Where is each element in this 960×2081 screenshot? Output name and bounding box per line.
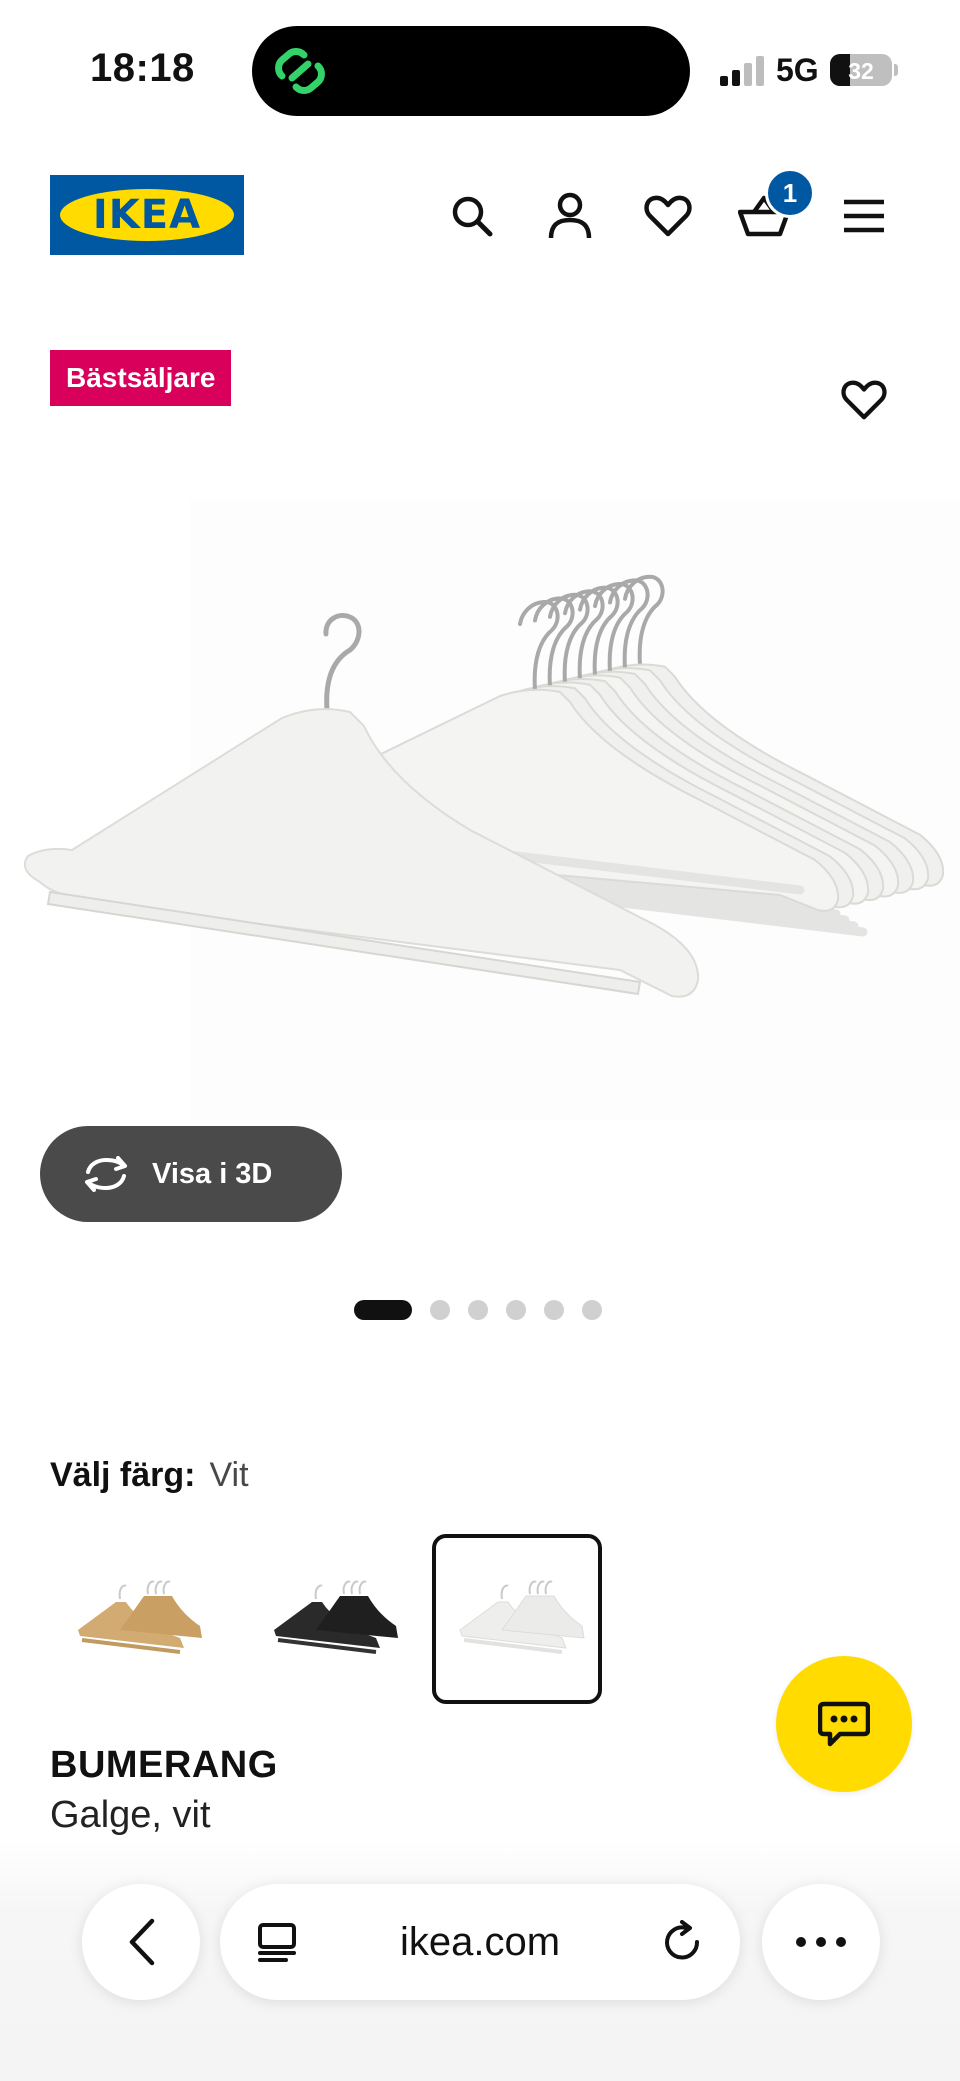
pager-dot[interactable] <box>468 1300 488 1320</box>
battery-percent: 32 <box>848 58 874 84</box>
more-icon <box>796 1937 846 1947</box>
menu-button[interactable] <box>834 186 894 246</box>
cart-count-badge: 1 <box>765 168 815 218</box>
pager-dot[interactable] <box>506 1300 526 1320</box>
status-bar: 18:18 5G 32 <box>0 0 960 140</box>
color-label: Välj färg: Vit <box>50 1456 249 1495</box>
battery-icon: 32 <box>830 54 892 86</box>
more-button[interactable] <box>762 1884 880 2000</box>
site-header: IKEA <box>0 150 960 280</box>
status-time: 18:18 <box>90 46 195 90</box>
color-swatch-black[interactable] <box>246 1534 416 1704</box>
hanger-thumbnail-icon <box>459 1580 585 1654</box>
pager-dot[interactable] <box>544 1300 564 1320</box>
hanger-thumbnail-icon <box>78 1580 202 1654</box>
back-button[interactable] <box>82 1884 200 2000</box>
search-button[interactable] <box>442 186 502 246</box>
search-icon <box>452 196 493 237</box>
tabs-icon <box>258 1923 296 1962</box>
chat-button[interactable] <box>776 1656 912 1792</box>
dynamic-island <box>252 26 690 116</box>
view-3d-button[interactable]: Visa i 3D <box>40 1126 342 1222</box>
product-name: BUMERANG <box>50 1744 278 1786</box>
image-pager <box>354 1300 602 1320</box>
signal-icon <box>720 56 764 86</box>
chat-icon <box>818 1701 870 1747</box>
account-icon <box>548 192 592 239</box>
network-type: 5G <box>776 52 819 88</box>
account-button[interactable] <box>540 186 600 246</box>
reload-icon <box>665 1920 700 1960</box>
pager-dot-active[interactable] <box>354 1300 412 1320</box>
color-label-title: Välj färg: <box>50 1456 196 1494</box>
address-bar[interactable]: ikea.com <box>220 1884 740 2000</box>
hanger-thumbnail-icon <box>274 1580 398 1654</box>
battery-nub <box>894 64 898 76</box>
logo-text: IKEA <box>92 192 202 238</box>
wishlist-button[interactable] <box>638 186 698 246</box>
product-favorite-button[interactable] <box>834 370 894 430</box>
pager-dot[interactable] <box>430 1300 450 1320</box>
menu-icon <box>844 199 884 233</box>
color-swatch-wood[interactable] <box>50 1534 220 1704</box>
heart-icon <box>644 195 692 237</box>
ikea-logo[interactable]: IKEA <box>50 175 244 255</box>
color-swatch-white[interactable] <box>432 1534 602 1704</box>
pager-dot[interactable] <box>582 1300 602 1320</box>
bestseller-badge: Bästsäljare <box>50 350 232 406</box>
rotate-3d-icon <box>85 1156 127 1192</box>
product-description: Galge, vit <box>50 1794 211 1836</box>
product-image[interactable] <box>0 500 960 1140</box>
selected-color: Vit <box>209 1456 249 1494</box>
heart-icon <box>841 380 887 420</box>
link-icon <box>275 48 325 94</box>
view-3d-label: Visa i 3D <box>152 1157 273 1190</box>
back-icon <box>129 1918 155 1966</box>
url-text: ikea.com <box>399 1919 561 1964</box>
